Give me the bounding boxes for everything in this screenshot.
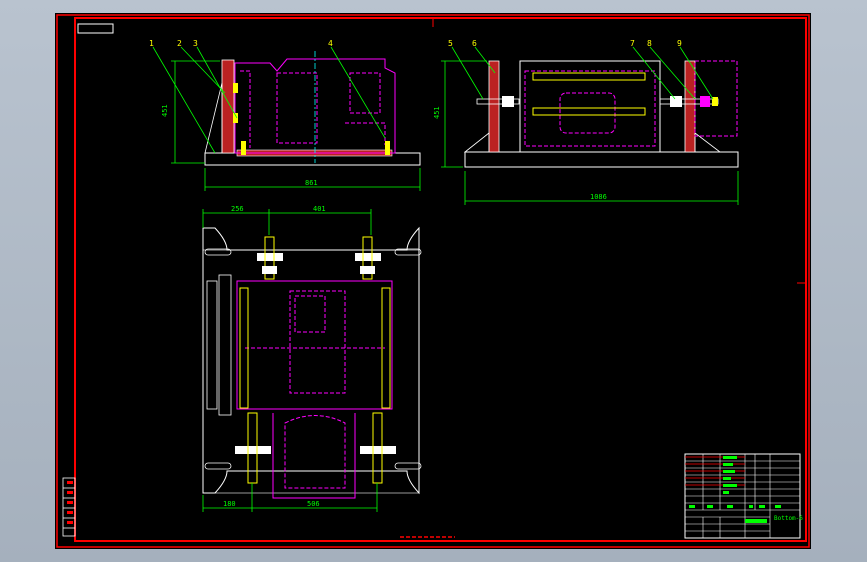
side-width-dim: 1086: [590, 193, 607, 201]
side-support-left: [488, 60, 500, 153]
front-bolt-base-left: [241, 141, 246, 155]
front-bolt-base-right: [385, 141, 390, 155]
front-label-4: 4: [328, 39, 333, 48]
front-support-plate: [221, 59, 235, 154]
top-dim-bottom-left: 180: [223, 500, 236, 508]
side-label-5: 5: [448, 39, 453, 48]
side-label-7: 7: [630, 39, 635, 48]
title-drawing-no: Bottom-6: [774, 515, 803, 522]
front-bolt-upper: [233, 83, 238, 93]
side-support-right: [684, 60, 696, 153]
front-label-2: 2: [177, 39, 182, 48]
drawing-sheet[interactable]: 1 2 3 4 451 861 5 6 7 8 9 451 1086 256 4…: [55, 13, 811, 549]
sheet-background: [55, 13, 811, 549]
front-label-3: 3: [193, 39, 198, 48]
side-height-dim: 451: [433, 106, 441, 119]
front-bolt-lower: [233, 113, 238, 123]
front-height-dim: 451: [161, 104, 169, 117]
cad-viewport[interactable]: 1 2 3 4 451 861 5 6 7 8 9 451 1086 256 4…: [0, 0, 867, 562]
side-label-6: 6: [472, 39, 477, 48]
side-label-9: 9: [677, 39, 682, 48]
front-label-1: 1: [149, 39, 154, 48]
top-dim-left: 256: [231, 205, 244, 213]
top-dim-bottom-center: 506: [307, 500, 320, 508]
drawing-canvas[interactable]: 1 2 3 4 451 861 5 6 7 8 9 451 1086 256 4…: [55, 13, 811, 549]
top-dim-center: 401: [313, 205, 326, 213]
front-width-dim: 861: [305, 179, 318, 187]
side-label-8: 8: [647, 39, 652, 48]
